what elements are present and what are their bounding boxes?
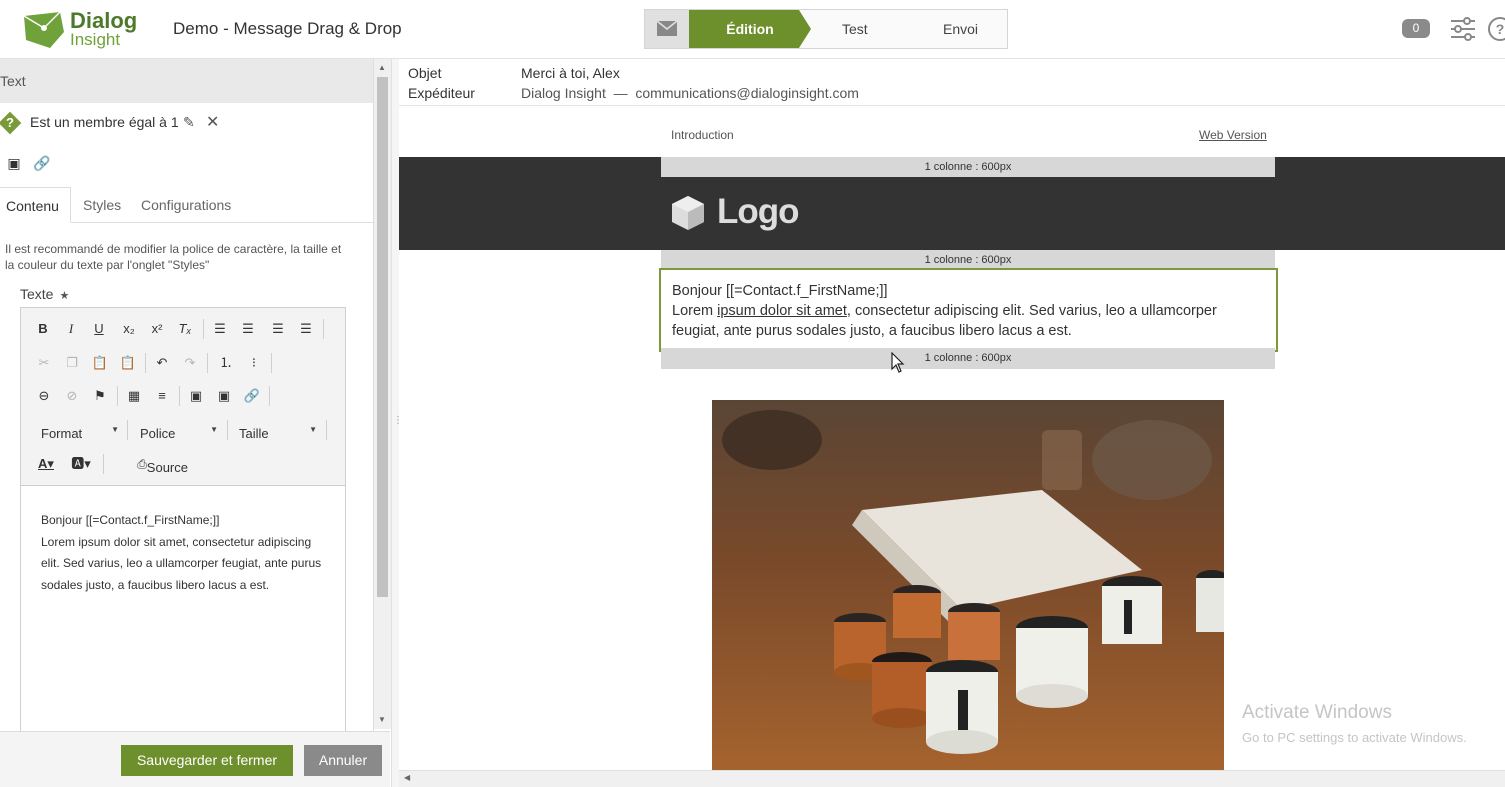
notification-badge[interactable]: 0 [1402, 19, 1430, 38]
required-star-icon: ★ [59, 290, 70, 302]
selected-text-block[interactable]: Bonjour [[=Contact.f_FirstName;]] Lorem … [659, 268, 1278, 352]
comment-icon[interactable]: ▣ [2, 151, 26, 175]
cut-icon[interactable]: ✂ [35, 352, 53, 374]
tab-configurations[interactable]: Configurations [135, 187, 237, 223]
message-header: Objet Merci à toi, Alex Expéditeur Dialo… [399, 59, 1505, 106]
edit-pencil-icon[interactable]: ✎ [183, 114, 195, 131]
image-icon[interactable]: ▣ [187, 385, 205, 407]
scroll-thumb[interactable] [377, 77, 388, 597]
paste-icon[interactable]: 📋 [91, 352, 109, 374]
block-actions: ▣ 🔗 [0, 149, 58, 177]
italic-icon[interactable]: I [63, 318, 79, 340]
email-preview: Introduction Web Version 1 colonne : 600… [399, 106, 1505, 770]
background-color-icon[interactable]: 🅰▾ [69, 453, 93, 475]
unlink-icon[interactable]: ⊘ [63, 385, 81, 407]
toolbar-row-5: A▾ 🅰▾ ⎙ Source [21, 449, 345, 479]
editor-greeting: Bonjour [[=Contact.f_FirstName;]] [41, 513, 220, 527]
text-field-label: Texte ★ [20, 286, 70, 302]
scroll-up-icon[interactable]: ▲ [378, 63, 386, 72]
mouse-pointer-icon [891, 352, 905, 373]
panel-footer: Sauvegarder et fermer Annuler [0, 731, 390, 787]
numbered-list-icon[interactable]: ⒈ [217, 352, 235, 374]
brand-word-insight: Insight [70, 30, 121, 49]
sender-label: Expéditeur [408, 85, 475, 101]
subject-label: Objet [408, 65, 442, 81]
text-color-icon[interactable]: A▾ [35, 453, 57, 475]
toolbar-row-1: B I U x₂ x² Tₓ ☰ ☰ ☰ ☰ [21, 314, 345, 344]
redo-icon[interactable]: ↷ [181, 352, 199, 374]
step-test[interactable]: Test [842, 10, 868, 48]
step-envoi[interactable]: Envoi [943, 10, 978, 48]
link-chain-icon[interactable]: 🔗 [243, 385, 261, 407]
document-title: Demo - Message Drag & Drop [173, 19, 402, 38]
underlined-text: ipsum dolor sit amet [717, 303, 847, 319]
toolbar-row-4: Format ▼ Police ▼ Taille ▼ [21, 415, 345, 445]
envelope-icon[interactable] [645, 10, 689, 48]
align-right-icon[interactable]: ☰ [269, 318, 287, 340]
cancel-button[interactable]: Annuler [304, 745, 382, 776]
help-icon[interactable]: ? [1488, 17, 1505, 41]
undo-icon[interactable]: ↶ [153, 352, 171, 374]
scroll-down-icon[interactable]: ▼ [378, 715, 386, 724]
align-justify-icon[interactable]: ☰ [297, 318, 315, 340]
horizontal-rule-icon[interactable]: ≡ [153, 385, 171, 407]
scroll-left-icon[interactable]: ◀ [404, 773, 410, 782]
brand-mark-icon [23, 11, 64, 48]
align-center-icon[interactable]: ☰ [239, 318, 257, 340]
font-select[interactable]: Police ▼ [140, 419, 218, 441]
step-edition[interactable]: Édition [689, 10, 811, 48]
top-bar: Dialog Insight Demo - Message Drag & Dro… [0, 0, 1505, 59]
web-version-link[interactable]: Web Version [1199, 128, 1267, 142]
paste-text-icon[interactable]: 📋 [119, 352, 137, 374]
tab-styles[interactable]: Styles [77, 187, 127, 223]
superscript-icon[interactable]: x² [147, 318, 167, 340]
editor-body-text: Lorem ipsum dolor sit amet, consectetur … [41, 534, 322, 592]
preheader-introduction: Introduction [671, 128, 734, 142]
column-label-1[interactable]: 1 colonne : 600px [661, 157, 1275, 177]
underline-icon[interactable]: U [91, 318, 107, 340]
settings-sliders-icon[interactable] [1449, 15, 1477, 43]
link-insert-icon[interactable]: ⊖ [35, 385, 53, 407]
format-select[interactable]: Format ▼ [41, 419, 119, 441]
rich-text-editor: B I U x₂ x² Tₓ ☰ ☰ ☰ ☰ ✂ ❐ 📋 📋 ↶ ↷ ⒈ ⁝ ⊖… [20, 307, 346, 787]
size-select[interactable]: Taille ▼ [239, 419, 317, 441]
anchor-flag-icon[interactable]: ⚑ [91, 385, 109, 407]
photo-illustration [712, 400, 1224, 770]
remove-format-icon[interactable]: Tₓ [175, 318, 195, 340]
preview-greeting: Bonjour [[=Contact.f_FirstName;]] [672, 283, 888, 299]
cube-logo-icon [672, 196, 704, 230]
subject-value: Merci à toi, Alex [521, 65, 620, 81]
bulleted-list-icon[interactable]: ⁝ [245, 352, 263, 374]
table-icon[interactable]: ▦ [125, 385, 143, 407]
sender-value: Dialog Insight — communications@dialogin… [521, 85, 859, 101]
activate-windows-watermark: Activate Windows Go to PC settings to ac… [1242, 702, 1467, 745]
preview-horizontal-scrollbar[interactable]: ◀ [399, 770, 1505, 787]
subscript-icon[interactable]: x₂ [119, 318, 139, 340]
remove-condition-icon[interactable]: ✕ [206, 112, 219, 132]
condition-text: Est un membre égal à 1 [30, 114, 179, 130]
panel-title: Text [0, 59, 373, 103]
save-and-close-button[interactable]: Sauvegarder et fermer [121, 745, 293, 776]
copy-icon[interactable]: ❐ [63, 352, 81, 374]
style-hint: Il est recommandé de modifier la police … [5, 242, 342, 272]
workflow-steps: Édition Test Envoi [644, 9, 1008, 49]
panel-scrollbar[interactable]: ▲ ▼ [374, 59, 391, 729]
column-label-3[interactable]: 1 colonne : 600px [661, 348, 1275, 369]
dialog-insight-logo[interactable]: Dialog Insight [20, 8, 150, 50]
toolbar-row-2: ✂ ❐ 📋 📋 ↶ ↷ ⒈ ⁝ [21, 348, 345, 378]
editor-tabs: Contenu Styles Configurations [0, 187, 373, 223]
panel-splitter[interactable]: ⋮ [391, 59, 403, 787]
link-icon[interactable]: 🔗 [30, 151, 54, 175]
comment-insert-icon[interactable]: ▣ [215, 385, 233, 407]
coffee-cups-photo[interactable] [712, 400, 1224, 770]
tab-contenu[interactable]: Contenu [0, 187, 71, 223]
source-button[interactable]: ⎙ Source [111, 453, 188, 475]
logo-text: Logo [717, 192, 800, 231]
align-left-icon[interactable]: ☰ [211, 318, 229, 340]
block-editor-panel: Text ? Est un membre égal à 1 ✎ ✕ ▣ 🔗 Co… [0, 59, 374, 787]
bold-icon[interactable]: B [35, 318, 51, 340]
column-label-2[interactable]: 1 colonne : 600px [661, 250, 1275, 270]
preview-body-text: Lorem ipsum dolor sit amet, consectetur … [672, 303, 1217, 339]
toolbar-row-3: ⊖ ⊘ ⚑ ▦ ≡ ▣ ▣ 🔗 [21, 381, 345, 411]
